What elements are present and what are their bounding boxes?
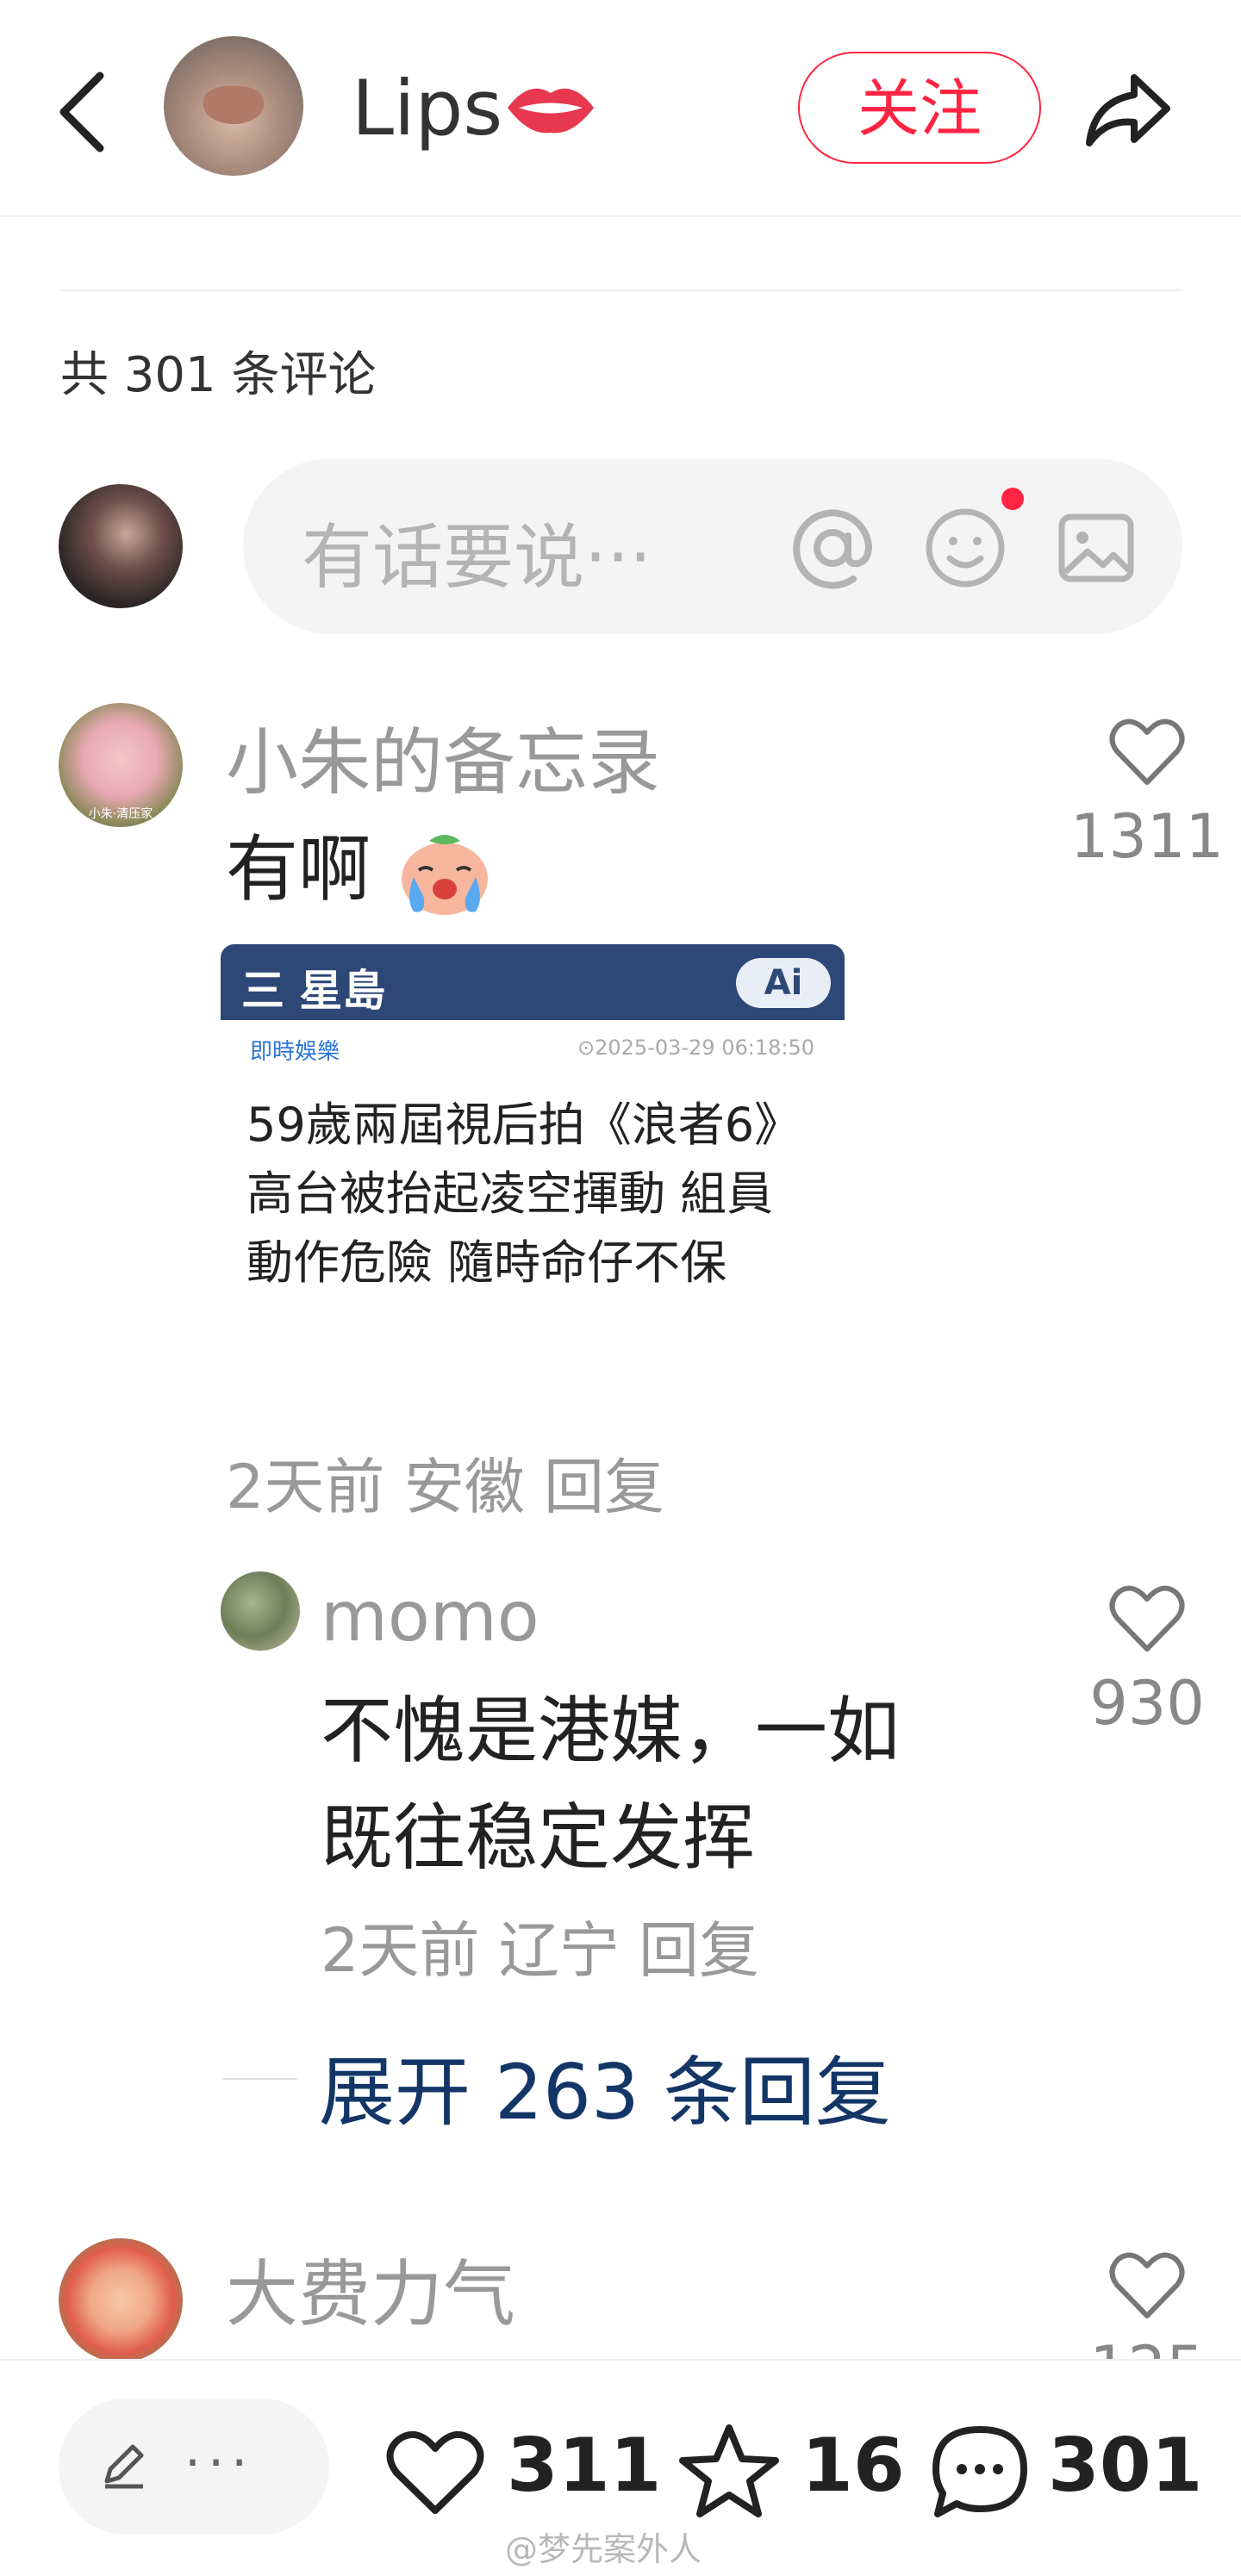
commenter-avatar[interactable] bbox=[59, 2238, 183, 2362]
reply-username[interactable]: momo bbox=[321, 1577, 539, 1657]
comment-icon[interactable] bbox=[929, 2423, 1031, 2521]
expand-divider bbox=[222, 2078, 298, 2080]
back-arrow-icon[interactable] bbox=[48, 60, 117, 164]
lips-emoji-icon bbox=[508, 88, 594, 134]
star-icon[interactable] bbox=[677, 2423, 781, 2521]
ai-badge: Ai bbox=[736, 958, 831, 1008]
share-icon[interactable] bbox=[1081, 67, 1176, 153]
commenter-username[interactable]: 小朱的备忘录 bbox=[226, 705, 660, 809]
comment-count[interactable]: 301 bbox=[1048, 2423, 1203, 2509]
mention-icon[interactable] bbox=[789, 505, 876, 591]
news-logo: 三 星島 bbox=[241, 966, 386, 1016]
like-icon[interactable] bbox=[384, 2428, 486, 2517]
reply-avatar[interactable] bbox=[221, 1571, 300, 1651]
more-label: ··· bbox=[184, 2433, 255, 2493]
emoji-icon[interactable] bbox=[922, 505, 1008, 591]
pencil-icon bbox=[104, 2444, 144, 2489]
section-divider bbox=[59, 289, 1182, 291]
author-name[interactable]: Lips bbox=[352, 65, 502, 152]
comment-like-icon[interactable] bbox=[1108, 715, 1186, 787]
news-timestamp: ⊙2025-03-29 06:18:50 bbox=[577, 1036, 815, 1060]
news-screenshot-card[interactable]: 三 星島 Ai 即時娛樂 ⊙2025-03-29 06:18:50 59歲兩屆視… bbox=[221, 944, 845, 1375]
comment-like-icon[interactable] bbox=[1108, 2249, 1186, 2321]
image-icon[interactable] bbox=[1053, 505, 1139, 591]
reply-meta[interactable]: 2天前 辽宁 回复 bbox=[321, 1902, 759, 1989]
reply-text-line2: 既往稳定发挥 bbox=[321, 1795, 756, 1880]
header-divider bbox=[0, 215, 1241, 217]
commenter-username[interactable]: 大费力气 bbox=[226, 2237, 515, 2341]
current-user-avatar bbox=[59, 484, 183, 608]
crying-emoji-icon bbox=[402, 835, 488, 915]
star-count[interactable]: 16 bbox=[801, 2423, 905, 2509]
reply-text-line1: 不愧是港媒，一如 bbox=[321, 1689, 901, 1773]
comment-count-label: 共 301 条评论 bbox=[60, 347, 377, 403]
avatar-caption: 小朱·清压家 bbox=[88, 807, 153, 821]
like-count[interactable]: 311 bbox=[507, 2423, 662, 2509]
news-headline: 59歲兩屆視后拍《浪者6》高台被抬起凌空揮動 組員動作危險 隨時命仔不保 bbox=[246, 1098, 801, 1290]
news-category: 即時娛樂 bbox=[250, 1039, 340, 1065]
expand-replies-link[interactable]: 展开 263 条回复 bbox=[319, 2032, 891, 2141]
commenter-avatar[interactable]: 小朱·清压家 bbox=[59, 703, 183, 827]
top-nav-bar: Lips 关注 bbox=[0, 0, 1241, 215]
reply-like-count: 930 bbox=[1089, 1668, 1205, 1739]
comment-input-placeholder[interactable]: 有话要说··· bbox=[302, 500, 652, 602]
author-avatar[interactable] bbox=[164, 36, 303, 176]
comment-text: 有啊 bbox=[226, 827, 371, 912]
follow-button[interactable]: 关注 bbox=[798, 52, 1041, 164]
emoji-new-badge bbox=[1001, 488, 1024, 510]
comment-like-count: 1311 bbox=[1070, 801, 1225, 872]
watermark: @梦先案外人 bbox=[505, 2530, 702, 2568]
reply-like-icon[interactable] bbox=[1108, 1582, 1186, 1654]
comment-meta[interactable]: 2天前 安徽 回复 bbox=[226, 1439, 664, 1526]
